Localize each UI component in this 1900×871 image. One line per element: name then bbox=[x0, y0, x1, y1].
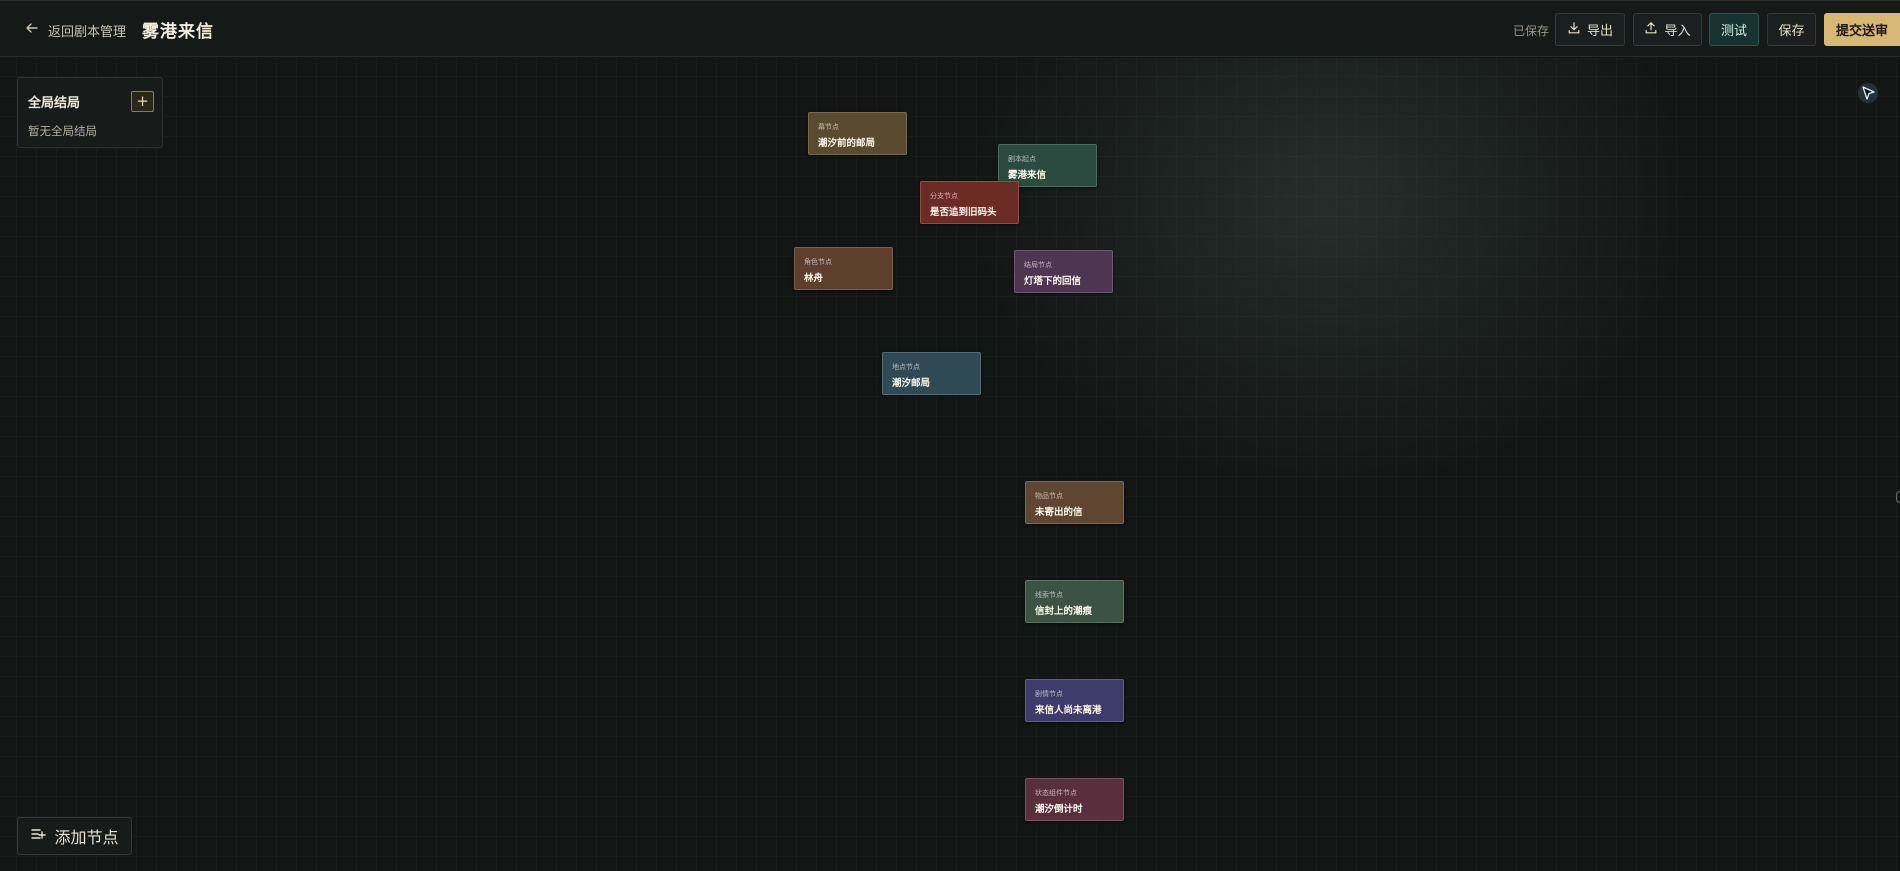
node-name: 是否追到旧码头 bbox=[930, 207, 997, 218]
story-node[interactable]: 地点节点 潮汐邮局 bbox=[882, 352, 981, 395]
global-endings-title: 全局结局 bbox=[28, 96, 81, 111]
story-node[interactable]: 物品节点 未寄出的信 bbox=[1025, 481, 1124, 524]
story-node[interactable]: 结局节点 灯塔下的回信 bbox=[1014, 250, 1113, 293]
story-node[interactable]: 线索节点 信封上的潮痕 bbox=[1025, 580, 1124, 623]
submit-review-button[interactable]: 提交送审 bbox=[1824, 13, 1900, 46]
node-type: 角色节点 bbox=[804, 258, 832, 266]
global-endings-panel: 全局结局 + 暂无全局结局 bbox=[17, 77, 163, 148]
node-name: 潮汐前的邮局 bbox=[818, 138, 876, 149]
upload-icon bbox=[1644, 21, 1658, 39]
add-node-label: 添加节点 bbox=[54, 828, 119, 847]
story-node[interactable]: 状态组件节点 潮汐倒计时 bbox=[1025, 778, 1124, 821]
page-title: 雾港来信 bbox=[142, 22, 214, 42]
test-button[interactable]: 测试 bbox=[1709, 13, 1759, 46]
import-button[interactable]: 导入 bbox=[1633, 13, 1702, 46]
node-name: 信封上的潮痕 bbox=[1035, 606, 1093, 617]
node-name: 潮汐邮局 bbox=[892, 378, 931, 389]
node-name: 灯塔下的回信 bbox=[1024, 276, 1082, 287]
node-type: 结局节点 bbox=[1024, 261, 1052, 269]
node-type: 状态组件节点 bbox=[1035, 789, 1077, 797]
story-node[interactable]: 剧情节点 来信人尚未离港 bbox=[1025, 679, 1124, 722]
import-label: 导入 bbox=[1664, 24, 1691, 39]
add-node-button[interactable]: 添加节点 bbox=[17, 817, 132, 855]
canvas-edge-handle bbox=[1896, 491, 1900, 503]
node-name: 林舟 bbox=[804, 273, 824, 284]
node-type: 线索节点 bbox=[1035, 591, 1063, 599]
node-type: 地点节点 bbox=[892, 363, 920, 371]
node-name: 未寄出的信 bbox=[1035, 507, 1083, 518]
node-name: 来信人尚未离港 bbox=[1035, 705, 1102, 716]
list-add-icon bbox=[30, 826, 47, 846]
save-button[interactable]: 保存 bbox=[1767, 13, 1816, 46]
story-node[interactable]: 幕节点 潮汐前的邮局 bbox=[808, 112, 907, 155]
story-node[interactable]: 角色节点 林舟 bbox=[794, 247, 893, 290]
node-type: 分支节点 bbox=[930, 192, 958, 200]
node-type: 剧情节点 bbox=[1035, 690, 1063, 698]
story-editor: 返回剧本管理 雾港来信 已保存 导出 导入 测试 保存 提交送审 全局结局 + … bbox=[0, 0, 1900, 871]
node-canvas[interactable] bbox=[0, 58, 1900, 871]
node-type: 物品节点 bbox=[1035, 492, 1063, 500]
back-to-script-management[interactable]: 返回剧本管理 bbox=[24, 19, 126, 41]
back-label: 返回剧本管理 bbox=[48, 24, 127, 40]
node-name: 雾港来信 bbox=[1008, 170, 1047, 181]
export-label: 导出 bbox=[1586, 24, 1613, 39]
story-node[interactable]: 分支节点 是否追到旧码头 bbox=[920, 181, 1019, 224]
cursor-pointer-icon bbox=[1857, 82, 1879, 104]
global-endings-empty-text: 暂无全局结局 bbox=[28, 124, 97, 138]
top-bar: 返回剧本管理 雾港来信 已保存 导出 导入 测试 保存 提交送审 bbox=[0, 0, 1900, 57]
download-icon bbox=[1567, 21, 1581, 39]
node-type: 幕节点 bbox=[818, 123, 839, 131]
add-global-ending-button[interactable]: + bbox=[131, 91, 154, 112]
arrow-left-icon bbox=[24, 20, 40, 40]
node-type: 剧本起点 bbox=[1008, 155, 1036, 163]
export-button[interactable]: 导出 bbox=[1555, 13, 1625, 46]
node-name: 潮汐倒计时 bbox=[1035, 804, 1083, 815]
save-status: 已保存 bbox=[1513, 24, 1550, 38]
